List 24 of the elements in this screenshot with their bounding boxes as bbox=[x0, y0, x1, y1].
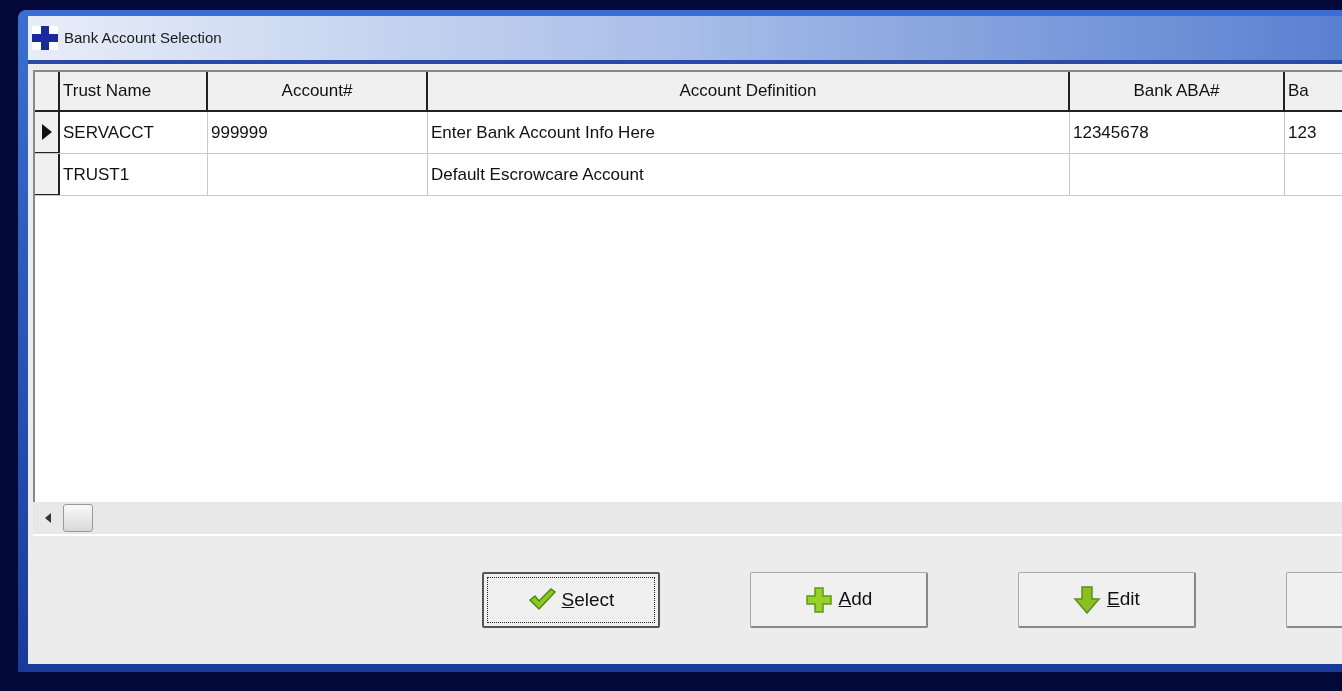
table-cell: SERVACCT bbox=[60, 112, 208, 153]
table-cell: 999999 bbox=[208, 112, 428, 153]
column-header[interactable]: Account Definition bbox=[428, 72, 1070, 110]
dialog-button[interactable]: Add bbox=[750, 572, 928, 628]
dialog-button[interactable]: Select bbox=[482, 572, 660, 628]
row-indicator[interactable] bbox=[35, 154, 60, 195]
column-header[interactable]: Bank ABA# bbox=[1070, 72, 1285, 110]
table-cell: Default Escrowcare Account bbox=[428, 154, 1070, 195]
table-cell: TRUST1 bbox=[60, 154, 208, 195]
dialog-button[interactable]: Edit bbox=[1018, 572, 1196, 628]
app-icon bbox=[32, 26, 58, 50]
horizontal-scrollbar[interactable] bbox=[33, 502, 1342, 536]
table-cell-text: 123 bbox=[1287, 121, 1318, 144]
scroll-left-icon[interactable] bbox=[45, 513, 51, 523]
table-cell: Enter Bank Account Info Here bbox=[428, 112, 1070, 153]
down-arrow-icon bbox=[1073, 585, 1102, 614]
column-header[interactable]: Trust Name bbox=[60, 72, 208, 110]
column-header[interactable]: Account# bbox=[208, 72, 428, 110]
column-header[interactable]: Ba bbox=[1285, 72, 1342, 110]
scrollbar-thumb[interactable] bbox=[63, 504, 93, 532]
table-cell: 12345678 bbox=[1070, 112, 1285, 153]
row-indicator[interactable] bbox=[35, 112, 60, 153]
window-title: Bank Account Selection bbox=[64, 27, 222, 48]
plus-icon bbox=[804, 585, 833, 614]
